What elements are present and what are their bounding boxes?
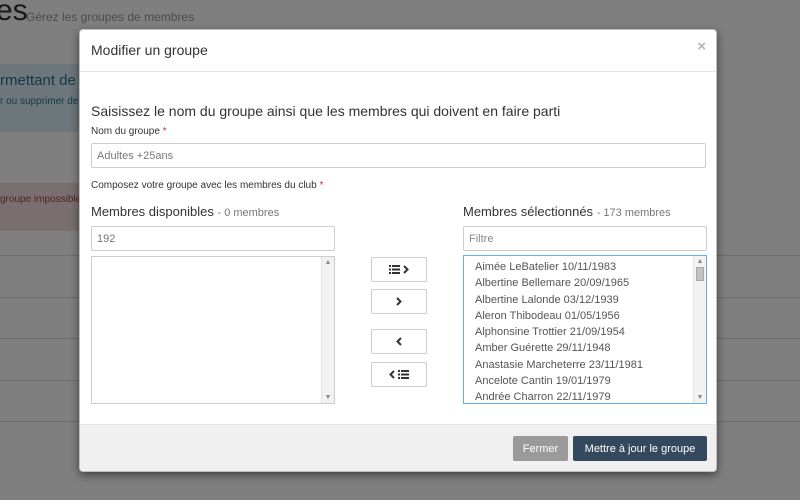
move-all-left-button[interactable] bbox=[371, 362, 427, 387]
list-item[interactable]: Albertine Bellemare 20/09/1965 bbox=[475, 275, 643, 291]
close-icon[interactable]: × bbox=[697, 39, 706, 54]
edit-group-modal: Modifier un groupe × Saisissez le nom du… bbox=[79, 29, 717, 472]
list-icon bbox=[389, 265, 400, 274]
chevron-right-icon bbox=[403, 265, 409, 274]
list-item[interactable]: Ancelote Cantin 19/01/1979 bbox=[475, 373, 643, 389]
selected-members-count: - 173 membres bbox=[596, 207, 671, 219]
scroll-down-icon[interactable]: ▼ bbox=[322, 392, 334, 403]
list-icon bbox=[398, 370, 409, 379]
available-members-title: Membres disponibles - 0 membres bbox=[91, 204, 280, 219]
move-right-button[interactable] bbox=[371, 289, 427, 314]
selected-scrollbar[interactable]: ▲ ▼ bbox=[693, 256, 706, 403]
compose-label: Composez votre groupe avec les membres d… bbox=[91, 180, 324, 191]
list-item[interactable]: Albertine Lalonde 03/12/1939 bbox=[475, 292, 643, 308]
list-item[interactable]: Amber Guérette 29/11/1948 bbox=[475, 340, 643, 356]
list-item[interactable]: Andrée Charron 22/11/1979 bbox=[475, 389, 643, 403]
move-all-right-button[interactable] bbox=[371, 257, 427, 282]
group-name-label: Nom du groupe * bbox=[91, 126, 167, 137]
scroll-down-icon[interactable]: ▼ bbox=[694, 392, 706, 403]
chevron-left-icon bbox=[396, 337, 402, 346]
selected-members-items: Aimée LeBatelier 10/11/1983 Albertine Bel… bbox=[475, 259, 643, 403]
move-left-button[interactable] bbox=[371, 329, 427, 354]
list-item[interactable]: Aimée LeBatelier 10/11/1983 bbox=[475, 259, 643, 275]
available-members-count: - 0 membres bbox=[217, 207, 280, 219]
modal-header: Modifier un groupe × bbox=[80, 30, 716, 72]
list-item[interactable]: Alphonsine Trottier 21/09/1954 bbox=[475, 324, 643, 340]
close-button[interactable]: Fermer bbox=[513, 436, 568, 461]
required-asterisk: * bbox=[162, 126, 167, 137]
scroll-up-icon[interactable]: ▲ bbox=[694, 256, 706, 267]
modal-lead-text: Saisissez le nom du groupe ainsi que les… bbox=[91, 103, 561, 119]
modal-footer: Fermer Mettre à jour le groupe bbox=[80, 424, 716, 471]
available-members-list[interactable]: ▲ ▼ bbox=[91, 256, 335, 404]
modal-title: Modifier un groupe bbox=[91, 42, 208, 58]
selected-members-list[interactable]: Aimée LeBatelier 10/11/1983 Albertine Bel… bbox=[463, 255, 707, 404]
selected-members-title: Membres sélectionnés - 173 membres bbox=[463, 204, 671, 219]
group-name-input[interactable] bbox=[91, 143, 706, 168]
list-item[interactable]: Anastasie Marcheterre 23/11/1981 bbox=[475, 357, 643, 373]
update-group-button[interactable]: Mettre à jour le groupe bbox=[573, 436, 707, 461]
list-item[interactable]: Aleron Thibodeau 01/05/1956 bbox=[475, 308, 643, 324]
required-asterisk: * bbox=[319, 180, 324, 191]
scroll-thumb[interactable] bbox=[696, 267, 704, 281]
selected-filter-input[interactable] bbox=[463, 226, 707, 251]
chevron-left-icon bbox=[389, 370, 395, 379]
available-filter-input[interactable] bbox=[91, 226, 335, 251]
chevron-right-icon bbox=[396, 297, 402, 306]
available-scrollbar[interactable]: ▲ ▼ bbox=[321, 257, 334, 403]
scroll-up-icon[interactable]: ▲ bbox=[322, 257, 334, 268]
